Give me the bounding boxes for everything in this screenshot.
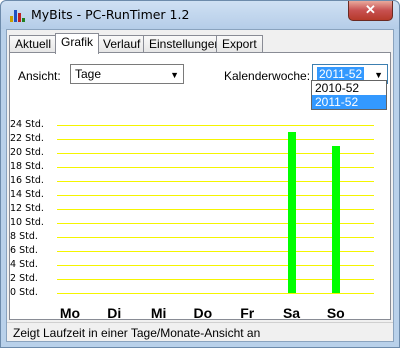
kalenderwoche-option[interactable]: 2010-52 [312,81,386,95]
grid-line [57,125,374,126]
app-window: MyBits - PC-RunTimer 1.2 ✕ Aktuell Grafi… [0,0,400,348]
y-tick-label: 10 Std. [10,217,44,228]
kalenderwoche-label: Kalenderwoche: [224,69,311,83]
y-tick-label: 2 Std. [10,273,38,284]
bar-chart-icon [9,8,25,22]
y-tick-label: 0 Std. [10,287,38,298]
window-title: MyBits - PC-RunTimer 1.2 [31,7,190,22]
y-tick-label: 20 Std. [10,147,44,158]
ansicht-select[interactable]: Tage ▼ [70,64,184,84]
x-tick-label: Mo [59,305,81,321]
grid-line [57,139,374,140]
kalenderwoche-value: 2011-52 [317,67,365,81]
tab-verlauf[interactable]: Verlauf [97,35,147,53]
y-tick-label: 18 Std. [10,161,44,172]
y-tick-label: 14 Std. [10,189,44,200]
x-tick-label: Sa [282,305,301,321]
grid-line [57,279,374,280]
ansicht-value: Tage [75,67,102,81]
grid-line [57,209,374,210]
grid-line [57,153,374,154]
bar-so [331,146,340,293]
tab-einstellungen[interactable]: Einstellungen [143,35,228,53]
close-button[interactable]: ✕ [348,1,393,21]
kalenderwoche-dropdown-list: 2010-52 2011-52 [311,80,387,110]
chevron-down-icon: ▼ [170,70,179,80]
bar-sa [287,132,296,293]
y-tick-label: 24 Std. [10,119,44,130]
y-tick-label: 12 Std. [10,203,44,214]
y-tick-label: 22 Std. [10,133,44,144]
grid-line [57,237,374,238]
x-tick-label: So [326,305,345,321]
title-bar[interactable]: MyBits - PC-RunTimer 1.2 ✕ [1,1,399,29]
tab-export[interactable]: Export [216,35,263,53]
y-tick-label: 16 Std. [10,175,44,186]
runtime-chart: 0 Std. 2 Std. 4 Std. 6 Std. 8 Std. 10 Std. 12 … [10,115,382,325]
grid-line [57,167,374,168]
y-tick-label: 6 Std. [10,245,38,256]
status-bar: Zeigt Laufzeit in einer Tage/Monate-Ansi… [7,322,393,341]
y-tick-label: 4 Std. [10,259,38,270]
kalenderwoche-option-selected[interactable]: 2011-52 [312,95,386,109]
ansicht-label: Ansicht: [18,69,61,83]
x-tick-label: Do [193,305,213,321]
tab-grafik[interactable]: Grafik [55,33,100,54]
x-tick-label: Fr [240,305,255,321]
grid-line [57,181,374,182]
status-text: Zeigt Laufzeit in einer Tage/Monate-Ansi… [13,326,261,340]
grid-line [57,251,374,252]
grid-line [57,265,374,266]
tab-aktuell[interactable]: Aktuell [9,35,58,53]
client-area: Aktuell Grafik Verlauf Einstellungen Exp… [6,29,394,342]
grid-line [57,195,374,196]
y-tick-label: 8 Std. [10,231,38,242]
grid-line [57,223,374,224]
x-tick-label: Mi [150,305,167,321]
x-tick-label: Di [107,305,122,321]
grid-line [57,293,374,294]
